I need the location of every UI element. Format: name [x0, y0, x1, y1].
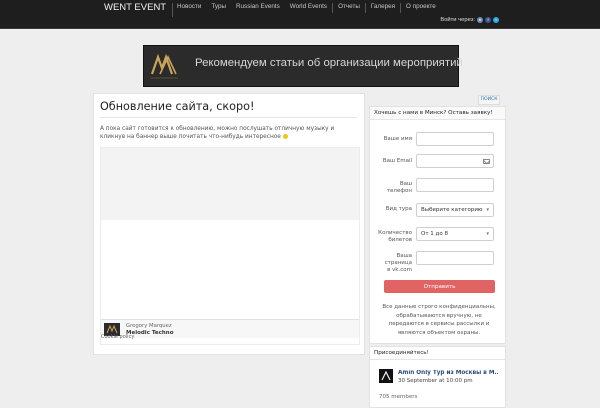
email-input[interactable] — [416, 154, 494, 168]
intro-text: А пока сайт готовится к обновлению, можн… — [100, 125, 350, 142]
privacy-note: Все данные строго конфиденциальны, обраб… — [382, 304, 496, 336]
facebook-icon[interactable]: f — [485, 17, 491, 23]
login-label: Войти через: — [440, 17, 475, 23]
vk-page-input[interactable] — [416, 251, 494, 265]
smile-icon — [282, 134, 288, 140]
main-nav: Новости Туры Russian Events World Events… — [172, 3, 441, 13]
gregory-marquez-logo — [150, 53, 178, 79]
tickets-label: Количество билетов — [378, 230, 412, 243]
music-player[interactable]: Gregory Marquez Melodic Techno — [100, 147, 360, 345]
cookie-policy-link[interactable]: Cookie policy — [101, 334, 134, 340]
nav-item-news[interactable]: Новости — [172, 3, 206, 13]
player-track-info: Gregory Marquez Melodic Techno — [101, 319, 359, 338]
intro-text-body: А пока сайт готовится к обновлению, можн… — [100, 126, 335, 141]
chevron-down-icon: ▾ — [486, 231, 489, 237]
tour-label: Вид тура — [385, 206, 412, 212]
banner-text: Рекомендуем статьи об организации меропр… — [195, 57, 463, 69]
promo-banner[interactable]: Рекомендуем статьи об организации меропр… — [143, 45, 463, 87]
name-input[interactable] — [416, 132, 494, 146]
nav-item-tours[interactable]: Туры — [206, 3, 231, 13]
event-title-link[interactable]: Amin Only Тур из Москвы в М... — [398, 370, 498, 376]
event-thumbnail[interactable] — [379, 369, 393, 383]
main-content: Обновление сайта, скоро! А пока сайт гот… — [93, 93, 365, 355]
submit-button[interactable]: Отправить — [384, 280, 495, 293]
social-login: Войти через: в f t — [440, 17, 499, 23]
tour-select-value: Выберите категорию — [421, 207, 483, 213]
tickets-select[interactable]: От 1 до 8 ▾ — [416, 227, 494, 241]
phone-label: Ваш телефон — [386, 181, 412, 194]
mail-icon — [483, 159, 490, 164]
join-widget: Присоединяйтесь! Amin Only Тур из Москвы… — [369, 346, 506, 408]
page-title: Обновление сайта, скоро! — [100, 100, 255, 113]
twitter-icon[interactable]: t — [493, 17, 499, 23]
email-label: Ваш Email — [382, 158, 412, 164]
nav-item-reports[interactable]: Отчеты — [332, 3, 365, 13]
signup-widget-title: Хочешь с нами в Минск? Оставь заявку! — [370, 107, 505, 120]
title-divider — [100, 117, 357, 118]
player-waveform-area[interactable] — [101, 148, 359, 220]
nav-item-world-events[interactable]: World Events — [285, 3, 332, 13]
vk-icon[interactable]: в — [477, 17, 483, 23]
tickets-select-value: От 1 до 8 — [421, 231, 448, 237]
vk-page-label: Ваша страница в vk.com — [384, 253, 412, 273]
name-label: Ваше имя — [383, 136, 412, 142]
site-logo[interactable]: WENT EVENT — [104, 3, 174, 17]
tour-select[interactable]: Выберите категорию ▾ — [416, 203, 494, 217]
track-artist[interactable]: Gregory Marquez — [126, 323, 172, 329]
search-link[interactable]: ПОИСК — [478, 95, 500, 105]
event-date: 30 September at 10:00 pm — [398, 378, 473, 384]
nav-item-gallery[interactable]: Галерея — [364, 3, 400, 13]
chevron-down-icon: ▾ — [486, 207, 489, 213]
members-count: 705 members — [379, 394, 418, 400]
nav-item-russian-events[interactable]: Russian Events — [231, 3, 285, 13]
top-bar: WENT EVENT Новости Туры Russian Events W… — [0, 0, 600, 29]
phone-input[interactable] — [416, 178, 494, 192]
nav-item-about[interactable]: О проекте — [400, 3, 441, 13]
signup-widget: Хочешь с нами в Минск? Оставь заявку! Ва… — [369, 106, 506, 344]
join-widget-title: Присоединяйтесь! — [370, 347, 505, 360]
